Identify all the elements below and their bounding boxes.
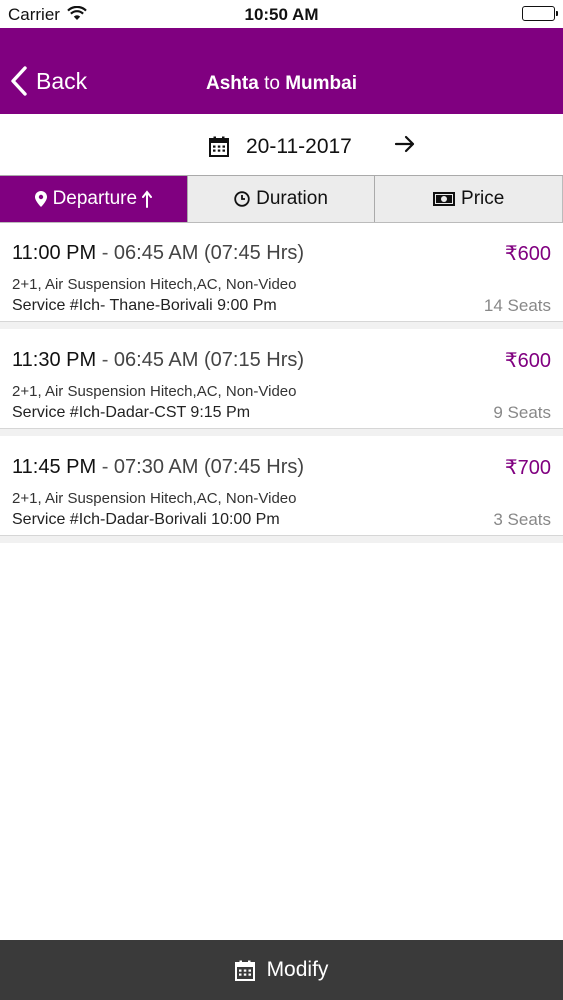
tab-label: Departure xyxy=(52,188,138,209)
time-separator: - xyxy=(101,456,109,478)
results-list: 11:00 PM - 06:45 AM (07:45 Hrs) ₹600 2+1… xyxy=(0,223,563,543)
trip-duration: (07:45 Hrs) xyxy=(204,242,305,264)
date-row: 20-11-2017 xyxy=(0,114,563,175)
fare-price: ₹600 xyxy=(504,350,551,372)
destination-city: Mumbai xyxy=(285,73,357,94)
bus-type: 2+1, Air Suspension Hitech,AC, Non-Video xyxy=(12,490,297,507)
origin-city: Ashta xyxy=(206,73,259,94)
departure-time: 11:30 PM xyxy=(12,349,97,371)
list-item[interactable]: 11:00 PM - 06:45 AM (07:45 Hrs) ₹600 2+1… xyxy=(0,223,563,329)
fare-price: ₹600 xyxy=(504,243,551,265)
calendar-icon[interactable] xyxy=(209,136,229,162)
tab-duration[interactable]: Duration xyxy=(187,176,376,222)
departure-time: 11:00 PM xyxy=(12,242,97,264)
modify-label: Modify xyxy=(266,958,329,981)
arrow-right-icon[interactable] xyxy=(394,134,416,159)
tab-departure[interactable]: Departure xyxy=(0,176,188,222)
battery-icon xyxy=(522,6,558,21)
trip-times: 11:45 PM - 07:30 AM (07:45 Hrs) xyxy=(12,456,304,479)
status-bar: Carrier 10:50 AM xyxy=(0,0,563,28)
time-separator: - xyxy=(101,349,109,371)
tab-price[interactable]: Price xyxy=(375,176,563,222)
calendar-icon xyxy=(234,960,255,981)
seats-available: 3 Seats xyxy=(493,510,551,529)
list-item[interactable]: 11:45 PM - 07:30 AM (07:45 Hrs) ₹700 2+1… xyxy=(0,437,563,543)
money-icon xyxy=(433,192,456,206)
arrival-time: 06:45 AM xyxy=(113,349,199,371)
seats-available: 9 Seats xyxy=(493,403,551,422)
status-time: 10:50 AM xyxy=(244,5,319,24)
tab-label: Price xyxy=(461,188,505,209)
modify-button[interactable]: Modify xyxy=(0,940,563,1000)
arrival-time: 07:30 AM xyxy=(113,456,199,478)
arrow-up-icon xyxy=(142,190,153,208)
page-title: Ashta to Mumbai xyxy=(0,73,563,95)
service-name: Service #Ich-Dadar-Borivali 10:00 Pm xyxy=(12,511,280,528)
trip-times: 11:30 PM - 06:45 AM (07:15 Hrs) xyxy=(12,349,304,372)
clock-icon xyxy=(234,191,250,207)
trip-duration: (07:15 Hrs) xyxy=(204,349,305,371)
journey-date[interactable]: 20-11-2017 xyxy=(246,135,352,159)
time-separator: - xyxy=(101,242,109,264)
bus-type: 2+1, Air Suspension Hitech,AC, Non-Video xyxy=(12,276,297,293)
trip-times: 11:00 PM - 06:45 AM (07:45 Hrs) xyxy=(12,242,304,265)
seats-available: 14 Seats xyxy=(483,296,551,315)
service-name: Service #Ich- Thane-Borivali 9:00 Pm xyxy=(12,297,277,314)
sort-tabs: Departure Duration Price xyxy=(0,175,563,223)
tab-label: Duration xyxy=(256,188,328,209)
bus-type: 2+1, Air Suspension Hitech,AC, Non-Video xyxy=(12,383,297,400)
trip-duration: (07:45 Hrs) xyxy=(204,456,305,478)
nav-bar: Back Ashta to Mumbai xyxy=(0,28,563,114)
route-connector: to xyxy=(264,73,280,94)
arrival-time: 06:45 AM xyxy=(113,242,199,264)
fare-price: ₹700 xyxy=(504,457,551,479)
departure-time: 11:45 PM xyxy=(12,456,97,478)
service-name: Service #Ich-Dadar-CST 9:15 Pm xyxy=(12,404,251,421)
list-item[interactable]: 11:30 PM - 06:45 AM (07:15 Hrs) ₹600 2+1… xyxy=(0,330,563,436)
location-pin-icon xyxy=(34,191,47,207)
